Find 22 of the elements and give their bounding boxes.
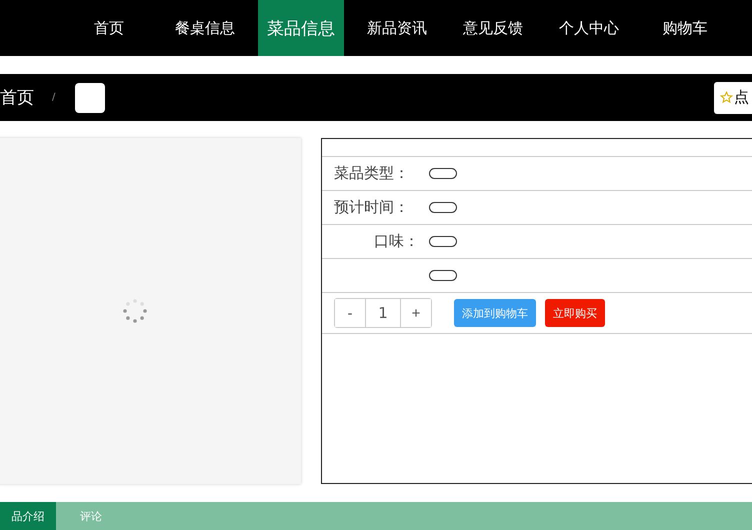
field-label: 菜品类型：	[334, 164, 410, 183]
nav-tab[interactable]: 个人中心	[546, 0, 632, 56]
nav-tab[interactable]: 餐桌信息	[162, 0, 248, 56]
content-tab[interactable]: 品介绍	[0, 502, 56, 530]
field-label: 口味：	[373, 232, 420, 251]
favorite-button[interactable]: 点	[714, 82, 752, 114]
field-label: 预计时间：	[334, 198, 410, 217]
value-tag	[429, 202, 457, 213]
breadcrumb-separator: /	[52, 92, 56, 103]
nav-tab[interactable]: 新品资讯	[354, 0, 440, 56]
value-tag	[429, 168, 457, 179]
value-tag	[429, 270, 457, 281]
loading-spinner-icon	[122, 298, 148, 324]
nav-tab[interactable]: 菜品信息	[258, 0, 344, 56]
nav-tab[interactable]: 购物车	[642, 0, 728, 56]
star-icon	[720, 91, 733, 104]
buy-now-button[interactable]: 立即购买	[545, 299, 605, 327]
value-tag	[429, 236, 457, 247]
nav-tab[interactable]: 首页	[66, 0, 152, 56]
nav-tab[interactable]: 意见反馈	[450, 0, 536, 56]
home-link[interactable]: 首页	[0, 86, 34, 109]
breadcrumb-item	[75, 82, 106, 112]
